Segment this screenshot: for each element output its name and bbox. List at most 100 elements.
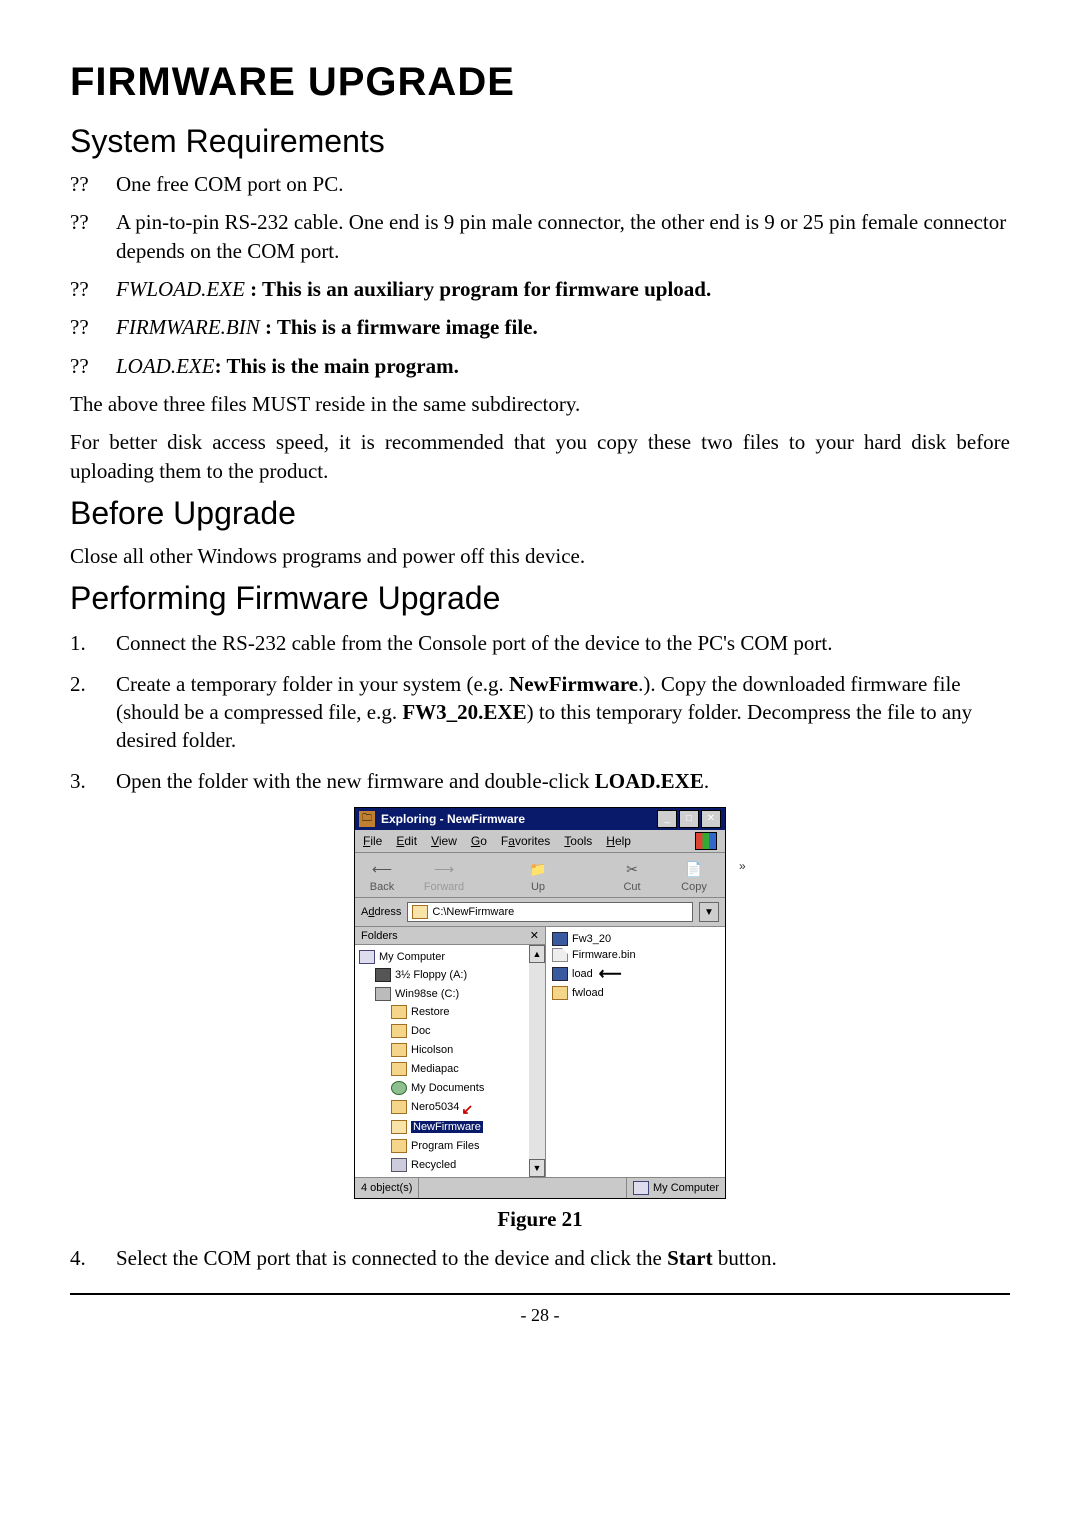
tree-node[interactable]: Restore xyxy=(411,1006,450,1018)
floppy-icon xyxy=(375,968,391,982)
bin-file-icon xyxy=(552,948,568,962)
text: Open the folder with the new firmware an… xyxy=(116,769,595,793)
status-bar: 4 object(s) My Computer xyxy=(355,1177,725,1198)
close-pane-icon[interactable]: ✕ xyxy=(530,929,539,942)
file-list[interactable]: Fw3_20 Firmware.bin load ⟵ fwload xyxy=(546,927,725,1177)
step-text: Open the folder with the new firmware an… xyxy=(116,767,1010,795)
forward-arrow-icon: ⟶ xyxy=(433,859,455,879)
window-title: Exploring - NewFirmware xyxy=(381,812,657,826)
annotation-arrow-icon: ⟵ xyxy=(599,964,622,984)
scroll-up-icon[interactable]: ▲ xyxy=(529,945,545,963)
list-text: : This is the main program. xyxy=(215,354,459,378)
toolbar-label: Copy xyxy=(681,881,707,893)
list-item: LOAD.EXE: This is the main program. xyxy=(116,352,1010,380)
toolbar-label: Cut xyxy=(623,881,640,893)
step-text: Create a temporary folder in your system… xyxy=(116,670,1010,755)
tree-node[interactable]: Mediapac xyxy=(411,1063,459,1075)
folder-icon xyxy=(391,1024,407,1038)
menubar: File Edit View Go Favorites Tools Help xyxy=(355,830,725,853)
bullet-marker: ?? xyxy=(70,352,116,380)
up-folder-icon: 📁 xyxy=(527,859,549,879)
status-location: My Computer xyxy=(627,1178,725,1198)
toolbar-more-icon[interactable]: » xyxy=(739,859,746,873)
file-list-pane: Fw3_20 Firmware.bin load ⟵ fwload xyxy=(546,927,725,1177)
text-bold: FW3_20.EXE xyxy=(402,700,526,724)
tree-node[interactable]: My Documents xyxy=(411,1082,484,1094)
folder-icon xyxy=(391,1005,407,1019)
upgrade-steps-list-cont: 4. Select the COM port that is connected… xyxy=(70,1244,1010,1272)
list-item: One free COM port on PC. xyxy=(116,170,1010,198)
menu-tools[interactable]: Tools xyxy=(564,834,592,848)
list-item: A pin-to-pin RS-232 cable. One end is 9 … xyxy=(116,208,1010,265)
computer-icon xyxy=(359,950,375,964)
menu-go[interactable]: Go xyxy=(471,834,487,848)
bullet-marker: ?? xyxy=(70,275,116,303)
heading-system-requirements: System Requirements xyxy=(70,123,1010,160)
address-value: C:\NewFirmware xyxy=(432,906,514,918)
file-item[interactable]: load xyxy=(572,968,593,980)
file-item[interactable]: Fw3_20 xyxy=(572,933,611,945)
figure-wrapper: 🗀 Exploring - NewFirmware _ □ ✕ File Edi… xyxy=(70,807,1010,1199)
step-text: Connect the RS-232 cable from the Consol… xyxy=(116,629,1010,657)
address-dropdown-button[interactable]: ▼ xyxy=(699,902,719,922)
back-button[interactable]: ⟵ Back xyxy=(365,859,399,893)
filename: FIRMWARE.BIN xyxy=(116,315,260,339)
tree-node[interactable]: Win98se (C:) xyxy=(395,988,459,1000)
menu-edit[interactable]: Edit xyxy=(396,834,417,848)
heading-before-upgrade: Before Upgrade xyxy=(70,495,1010,532)
close-button[interactable]: ✕ xyxy=(701,810,721,828)
scroll-down-icon[interactable]: ▼ xyxy=(529,1159,545,1177)
figure-caption: Figure 21 xyxy=(70,1207,1010,1232)
tree-node[interactable]: Recycled xyxy=(411,1159,456,1171)
folder-open-icon xyxy=(391,1120,407,1134)
up-button[interactable]: 📁 Up xyxy=(521,859,555,893)
text-bold: NewFirmware xyxy=(509,672,638,696)
annotation-arrow-icon: ↙ xyxy=(461,1101,473,1117)
text: Create a temporary folder in your system… xyxy=(116,672,509,696)
titlebar[interactable]: 🗀 Exploring - NewFirmware _ □ ✕ xyxy=(355,808,725,830)
tree-node-selected[interactable]: NewFirmware xyxy=(411,1121,483,1133)
file-item[interactable]: fwload xyxy=(572,987,604,999)
tree-node[interactable]: My Computer xyxy=(379,951,445,963)
folder-icon xyxy=(391,1043,407,1057)
step-number: 3. xyxy=(70,767,116,795)
back-arrow-icon: ⟵ xyxy=(371,859,393,879)
address-field[interactable]: C:\NewFirmware xyxy=(407,902,693,922)
menu-favorites[interactable]: Favorites xyxy=(501,834,550,848)
exe-icon xyxy=(552,932,568,946)
menu-help[interactable]: Help xyxy=(606,834,631,848)
address-label: Address xyxy=(361,906,401,918)
forward-button[interactable]: ⟶ Forward xyxy=(427,859,461,893)
minimize-button[interactable]: _ xyxy=(657,810,677,828)
file-item[interactable]: Firmware.bin xyxy=(572,949,636,961)
bullet-marker: ?? xyxy=(70,170,116,198)
maximize-button[interactable]: □ xyxy=(679,810,699,828)
text: button. xyxy=(713,1246,777,1270)
filename: LOAD.EXE xyxy=(116,354,215,378)
toolbar: ⟵ Back ⟶ Forward 📁 Up ✂ Cut � xyxy=(355,853,725,898)
step-text: Select the COM port that is connected to… xyxy=(116,1244,1010,1272)
text-bold: LOAD.EXE xyxy=(595,769,704,793)
tree-scrollbar[interactable]: ▲ ▼ xyxy=(529,945,545,1177)
menu-file[interactable]: File xyxy=(363,834,382,848)
cut-button[interactable]: ✂ Cut xyxy=(615,859,649,893)
tree-node[interactable]: Doc xyxy=(411,1025,431,1037)
computer-icon xyxy=(633,1181,649,1195)
bullet-marker: ?? xyxy=(70,208,116,265)
step-number: 2. xyxy=(70,670,116,755)
tree-node[interactable]: Nero5034 xyxy=(411,1101,459,1113)
drive-icon xyxy=(375,987,391,1001)
copy-button[interactable]: 📄 Copy xyxy=(677,859,711,893)
paragraph: Close all other Windows programs and pow… xyxy=(70,542,1010,570)
tree-node[interactable]: Program Files xyxy=(411,1140,479,1152)
tree-node[interactable]: Hicolson xyxy=(411,1044,453,1056)
folder-tree[interactable]: My Computer 3½ Floppy (A:) Win98se (C:) … xyxy=(355,945,545,1177)
menu-view[interactable]: View xyxy=(431,834,457,848)
folder-icon xyxy=(391,1100,407,1114)
upgrade-steps-list: 1. Connect the RS-232 cable from the Con… xyxy=(70,629,1010,795)
tree-node[interactable]: 3½ Floppy (A:) xyxy=(395,969,467,981)
status-object-count: 4 object(s) xyxy=(355,1178,419,1198)
footer-divider xyxy=(70,1293,1010,1295)
address-bar: Address C:\NewFirmware ▼ xyxy=(355,898,725,927)
folder-icon xyxy=(391,1139,407,1153)
